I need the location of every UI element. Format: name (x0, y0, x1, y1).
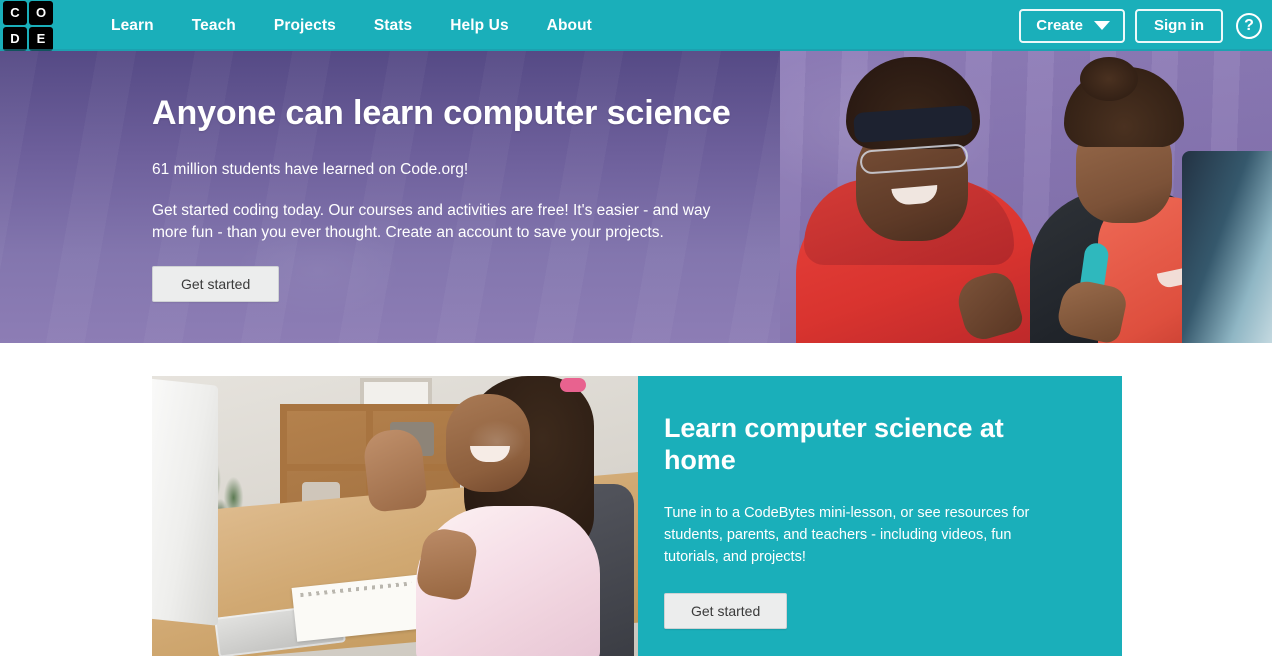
logo-letter-c: C (3, 0, 27, 25)
nav-links: Learn Teach Projects Stats Help Us About (92, 0, 611, 51)
code-org-logo[interactable]: C O D E (2, 0, 54, 52)
sign-in-button-label: Sign in (1154, 17, 1204, 34)
section-get-started-button[interactable]: Get started (664, 593, 788, 629)
girl-pink-hair-tie (560, 378, 586, 392)
logo-letter-d: D (3, 26, 27, 51)
nav-right-actions: Create Sign in ? (1019, 0, 1272, 51)
hero-computer-monitor (1182, 151, 1272, 343)
hero-description: Get started coding today. Our courses an… (152, 202, 711, 241)
nav-item-teach[interactable]: Teach (173, 0, 255, 51)
learn-at-home-section: Learn computer science at home Tune in t… (152, 376, 1122, 656)
section-description: Tune in to a CodeBytes mini-lesson, or s… (664, 505, 1030, 565)
hero-title: Anyone can learn computer science (152, 94, 731, 132)
nav-item-learn[interactable]: Learn (92, 0, 173, 51)
nav-item-about[interactable]: About (528, 0, 611, 51)
logo-letter-o: O (29, 0, 53, 25)
section-photo-girl-at-home-computer (152, 376, 638, 656)
nav-item-help-us[interactable]: Help Us (431, 0, 527, 51)
section-title: Learn computer science at home (664, 413, 1004, 475)
chevron-down-icon (1094, 21, 1110, 30)
learn-at-home-panel: Learn computer science at home Tune in t… (638, 376, 1122, 656)
hero-subtitle: 61 million students have learned on Code… (152, 161, 469, 178)
sign-in-button[interactable]: Sign in (1135, 8, 1223, 43)
nav-item-stats[interactable]: Stats (355, 0, 431, 51)
hero-photo-two-students-at-computer (780, 51, 1272, 343)
hero-text-block: Anyone can learn computer science 61 mil… (152, 51, 772, 302)
student-two-hair-bun (1080, 57, 1138, 101)
create-button-label: Create (1036, 17, 1083, 34)
help-question-icon[interactable]: ? (1236, 12, 1262, 39)
logo-letter-e: E (29, 26, 53, 51)
hero-banner: Anyone can learn computer science 61 mil… (0, 51, 1272, 343)
desktop-monitor (152, 378, 218, 626)
hero-get-started-button[interactable]: Get started (152, 266, 280, 302)
nav-item-projects[interactable]: Projects (255, 0, 355, 51)
create-button[interactable]: Create (1019, 8, 1125, 43)
top-navigation-bar: C O D E Learn Teach Projects Stats Help … (0, 0, 1272, 51)
